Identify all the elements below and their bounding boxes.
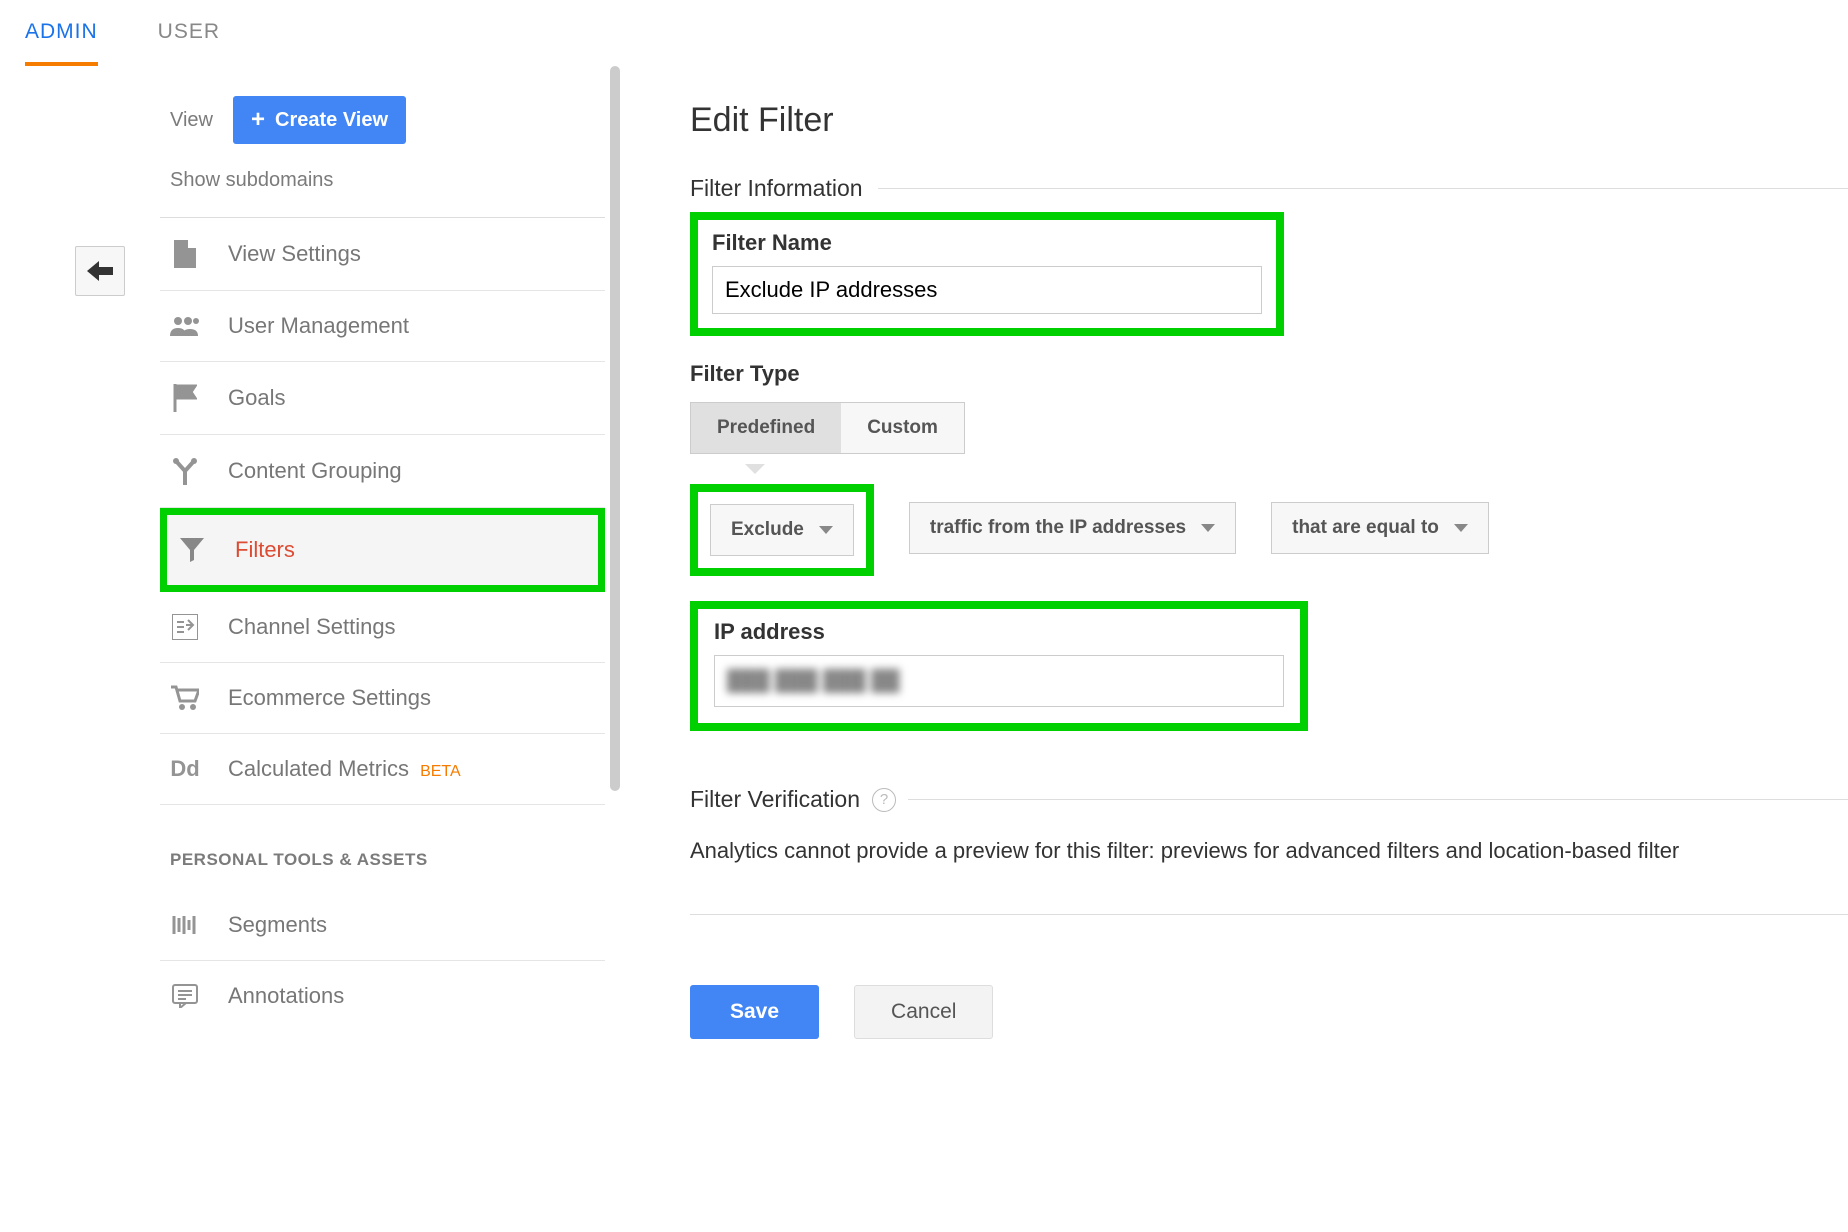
grouping-icon	[170, 457, 200, 485]
filter-type-toggle: Predefined Custom	[690, 402, 965, 454]
sidebar-scrollbar[interactable]	[610, 66, 620, 791]
tab-user[interactable]: USER	[158, 20, 220, 66]
help-icon[interactable]: ?	[872, 788, 896, 812]
sidebar-item-view-settings[interactable]: View Settings	[160, 218, 605, 291]
filter-information-heading: Filter Information	[690, 175, 863, 202]
sidebar-item-channel-settings[interactable]: Channel Settings	[160, 592, 605, 663]
main-content: Edit Filter Filter Information Filter Na…	[605, 66, 1848, 1039]
sidebar-item-label: Annotations	[228, 983, 344, 1009]
toggle-predefined[interactable]: Predefined	[691, 403, 841, 453]
create-view-label: Create View	[275, 109, 388, 132]
plus-icon: +	[251, 106, 265, 134]
sidebar-item-annotations[interactable]: Annotations	[160, 961, 605, 1031]
traffic-dropdown-label: traffic from the IP addresses	[930, 517, 1186, 539]
toggle-custom[interactable]: Custom	[841, 403, 964, 453]
sidebar-item-label: Calculated Metrics BETA	[228, 756, 461, 782]
create-view-button[interactable]: + Create View	[233, 96, 406, 144]
exclude-highlight: Exclude	[690, 484, 874, 576]
sidebar-item-segments[interactable]: Segments	[160, 890, 605, 961]
personal-tools-header: PERSONAL TOOLS & ASSETS	[160, 805, 605, 890]
sidebar: View + Create View Show subdomains View …	[160, 66, 605, 1039]
annotations-icon	[170, 984, 200, 1008]
exclude-dropdown[interactable]: Exclude	[710, 504, 854, 556]
top-tabs: ADMIN USER	[0, 0, 1848, 66]
save-button[interactable]: Save	[690, 985, 819, 1039]
sidebar-item-label: Content Grouping	[228, 458, 402, 484]
ip-address-input[interactable]: ███ ███ ███ ██	[714, 655, 1284, 707]
sidebar-item-ecommerce-settings[interactable]: Ecommerce Settings	[160, 663, 605, 734]
tab-admin[interactable]: ADMIN	[25, 20, 98, 66]
view-label: View	[170, 109, 213, 132]
users-icon	[170, 316, 200, 336]
exclude-dropdown-label: Exclude	[731, 519, 804, 541]
divider	[908, 799, 1848, 800]
sidebar-item-label: Goals	[228, 385, 285, 411]
toggle-arrow-indicator	[745, 464, 765, 474]
traffic-source-dropdown[interactable]: traffic from the IP addresses	[909, 502, 1236, 554]
ip-address-highlight: IP address ███ ███ ███ ██	[690, 601, 1308, 731]
back-button[interactable]	[75, 246, 125, 296]
channel-icon	[170, 614, 200, 640]
sidebar-item-label: User Management	[228, 313, 409, 339]
sidebar-item-label: Segments	[228, 912, 327, 938]
show-subdomains-link[interactable]: Show subdomains	[160, 154, 605, 217]
filter-name-highlight: Filter Name	[690, 212, 1284, 336]
beta-badge: BETA	[420, 763, 461, 780]
sidebar-item-label: View Settings	[228, 241, 361, 267]
filter-name-label: Filter Name	[712, 230, 1262, 256]
sidebar-item-filters[interactable]: Filters	[160, 508, 605, 592]
sidebar-item-calculated-metrics[interactable]: Dd Calculated Metrics BETA	[160, 734, 605, 805]
sidebar-item-label: Channel Settings	[228, 614, 396, 640]
ip-address-value: ███ ███ ███ ██	[727, 670, 900, 693]
divider	[878, 188, 1848, 189]
verification-message: Analytics cannot provide a preview for t…	[690, 838, 1848, 864]
page-title: Edit Filter	[690, 101, 1848, 140]
chevron-down-icon	[1454, 524, 1468, 532]
expression-dropdown[interactable]: that are equal to	[1271, 502, 1489, 554]
cancel-button[interactable]: Cancel	[854, 985, 993, 1039]
back-arrow-icon	[87, 261, 113, 281]
flag-icon	[170, 384, 200, 412]
expression-dropdown-label: that are equal to	[1292, 517, 1439, 539]
chevron-down-icon	[1201, 524, 1215, 532]
cart-icon	[170, 685, 200, 711]
filter-type-label: Filter Type	[690, 361, 1848, 387]
dd-icon: Dd	[170, 756, 200, 782]
sidebar-item-label: Ecommerce Settings	[228, 685, 431, 711]
sidebar-item-label: Filters	[235, 537, 295, 563]
ip-address-label: IP address	[714, 619, 1284, 645]
filter-verification-heading: Filter Verification	[690, 786, 860, 813]
segments-icon	[170, 914, 200, 936]
funnel-icon	[177, 538, 207, 562]
sidebar-item-goals[interactable]: Goals	[160, 362, 605, 435]
sidebar-item-content-grouping[interactable]: Content Grouping	[160, 435, 605, 508]
sidebar-item-user-management[interactable]: User Management	[160, 291, 605, 362]
filter-name-input[interactable]	[712, 266, 1262, 314]
chevron-down-icon	[819, 526, 833, 534]
document-icon	[170, 240, 200, 268]
